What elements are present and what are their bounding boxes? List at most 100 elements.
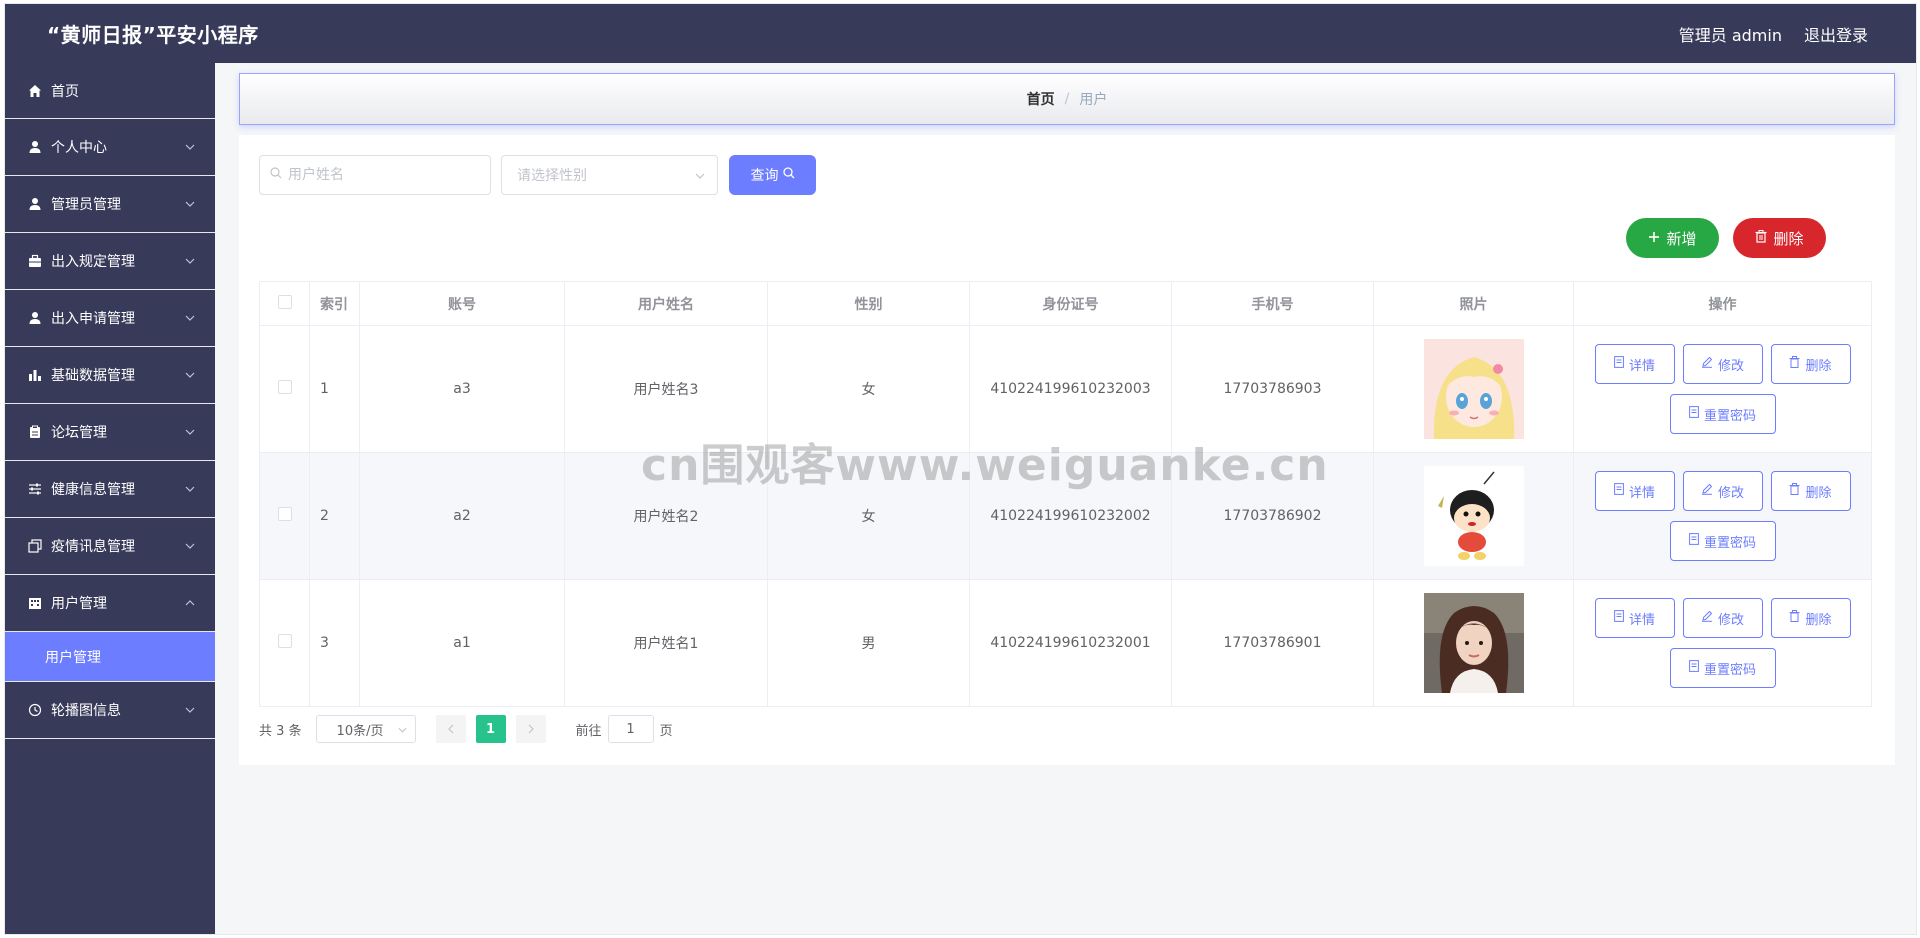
row-check-cell xyxy=(259,579,310,707)
reset-password-button[interactable]: 重置密码 xyxy=(1669,521,1776,561)
trash-icon xyxy=(1789,610,1800,626)
name-search-field[interactable] xyxy=(259,155,491,195)
document-icon xyxy=(1614,483,1624,499)
sidebar-item-label: 论坛管理 xyxy=(51,425,107,441)
row-index: 2 xyxy=(309,452,360,580)
delete-button[interactable]: 删除 xyxy=(1770,344,1851,384)
next-page-button[interactable] xyxy=(515,715,546,743)
breadcrumb-current: 用户 xyxy=(1079,92,1108,108)
sidebar-subitem-user-management[interactable]: 用户管理 xyxy=(5,632,215,682)
edit-button[interactable]: 修改 xyxy=(1682,344,1763,384)
app-title: “黄师日报”平安小程序 xyxy=(47,23,259,47)
sidebar-item-label: 个人中心 xyxy=(51,140,107,156)
user-table: 索引 账号 用户姓名 性别 身份证号 手机号 照片 操作 1 a3 用户姓名3 … xyxy=(259,281,1872,707)
breadcrumb-home[interactable]: 首页 xyxy=(1027,89,1055,109)
chevron-down-icon xyxy=(398,722,407,737)
page-number-active[interactable]: 1 xyxy=(475,715,506,743)
gender-select-placeholder: 请选择性别 xyxy=(517,168,587,184)
user-photo[interactable] xyxy=(1423,593,1524,693)
sidebar-item-user-management[interactable]: 用户管理 xyxy=(5,575,215,632)
select-all-checkbox[interactable] xyxy=(277,294,292,309)
edit-label: 修改 xyxy=(1717,612,1744,628)
add-button-label: 新增 xyxy=(1666,229,1697,248)
sidebar-item-home[interactable]: 首页 xyxy=(5,63,215,119)
chevron-down-icon xyxy=(183,197,197,211)
delete-label: 删除 xyxy=(1805,358,1832,374)
detail-label: 详情 xyxy=(1628,612,1655,628)
header-phone: 手机号 xyxy=(1171,281,1374,326)
document-icon xyxy=(1689,660,1699,676)
sidebar-item-carousel[interactable]: 轮播图信息 xyxy=(5,682,215,739)
delete-label: 删除 xyxy=(1805,612,1832,628)
detail-button[interactable]: 详情 xyxy=(1594,598,1675,638)
name-search-input[interactable] xyxy=(288,167,478,183)
sidebar-item-basic-data[interactable]: 基础数据管理 xyxy=(5,347,215,404)
document-icon xyxy=(1689,406,1699,422)
delete-label: 删除 xyxy=(1805,485,1832,501)
edit-button[interactable]: 修改 xyxy=(1682,471,1763,511)
sidebar-item-health-info[interactable]: 健康信息管理 xyxy=(5,461,215,518)
breadcrumb: 首页 / 用户 xyxy=(239,73,1895,125)
row-index: 1 xyxy=(309,325,360,453)
select-all-cell xyxy=(259,281,310,326)
sidebar-item-label: 疫情讯息管理 xyxy=(51,539,135,555)
chevron-down-icon xyxy=(183,368,197,382)
chevron-right-icon xyxy=(528,724,534,734)
pencil-icon xyxy=(1701,356,1713,372)
prev-page-button[interactable] xyxy=(435,715,466,743)
row-actions: 详情 修改 删除 重置密码 xyxy=(1574,344,1871,434)
row-phone: 17703786903 xyxy=(1171,325,1374,453)
gender-select[interactable]: 请选择性别 xyxy=(501,155,718,195)
clipboard-icon xyxy=(27,424,43,440)
user-photo[interactable] xyxy=(1423,339,1524,439)
sidebar-item-admin-management[interactable]: 管理员管理 xyxy=(5,176,215,233)
row-check-cell xyxy=(259,325,310,453)
reset-label: 重置密码 xyxy=(1703,408,1756,424)
reset-password-button[interactable]: 重置密码 xyxy=(1669,648,1776,688)
row-gender: 女 xyxy=(767,325,970,453)
query-button[interactable]: 查询 xyxy=(729,155,816,195)
reset-password-button[interactable]: 重置密码 xyxy=(1669,394,1776,434)
detail-button[interactable]: 详情 xyxy=(1594,344,1675,384)
delete-button[interactable]: 删除 xyxy=(1770,598,1851,638)
trash-icon xyxy=(1789,356,1800,372)
sidebar-item-forum[interactable]: 论坛管理 xyxy=(5,404,215,461)
edit-button[interactable]: 修改 xyxy=(1682,598,1763,638)
sidebar-item-access-applications[interactable]: 出入申请管理 xyxy=(5,290,215,347)
chevron-left-icon xyxy=(447,724,453,734)
briefcase-icon xyxy=(27,253,43,269)
chevron-down-icon xyxy=(183,254,197,268)
chevron-down-icon xyxy=(695,167,705,183)
chevron-down-icon xyxy=(183,539,197,553)
header-actions: 操作 xyxy=(1573,281,1872,326)
document-icon xyxy=(1614,356,1624,372)
header-name: 用户姓名 xyxy=(564,281,768,326)
sidebar: 首页 个人中心 管理员管理 出入规定管理 出入申请管理 基础数据管理 论坛管理 … xyxy=(5,63,215,934)
pagination: 共 3 条 10条/页 1 前往 页 xyxy=(259,715,673,743)
row-phone: 17703786902 xyxy=(1171,452,1374,580)
reset-label: 重置密码 xyxy=(1703,535,1756,551)
sidebar-item-access-rules[interactable]: 出入规定管理 xyxy=(5,233,215,290)
row-checkbox[interactable] xyxy=(277,634,292,648)
add-button[interactable]: 新增 xyxy=(1626,218,1719,258)
delete-button[interactable]: 删除 xyxy=(1770,471,1851,511)
batch-delete-button[interactable]: 删除 xyxy=(1733,218,1826,258)
logout-link[interactable]: 退出登录 xyxy=(1804,22,1868,46)
sidebar-item-personal-center[interactable]: 个人中心 xyxy=(5,119,215,176)
page-size-select[interactable]: 10条/页 xyxy=(315,715,416,743)
sidebar-item-label: 出入规定管理 xyxy=(51,254,135,270)
goto-page-input[interactable] xyxy=(607,715,654,743)
pencil-icon xyxy=(1701,483,1713,499)
row-actions-cell: 详情 修改 删除 重置密码 xyxy=(1573,452,1872,580)
row-checkbox[interactable] xyxy=(277,507,292,521)
sidebar-item-epidemic-news[interactable]: 疫情讯息管理 xyxy=(5,518,215,575)
sidebar-item-label: 基础数据管理 xyxy=(51,368,135,384)
detail-button[interactable]: 详情 xyxy=(1594,471,1675,511)
row-id-card: 410224199610232002 xyxy=(969,452,1172,580)
table-header-row: 索引 账号 用户姓名 性别 身份证号 手机号 照片 操作 xyxy=(259,281,1872,326)
user-photo[interactable] xyxy=(1423,466,1524,566)
sliders-icon xyxy=(27,481,43,497)
row-photo-cell xyxy=(1373,452,1574,580)
header-index: 索引 xyxy=(309,281,360,326)
row-checkbox[interactable] xyxy=(277,380,292,394)
